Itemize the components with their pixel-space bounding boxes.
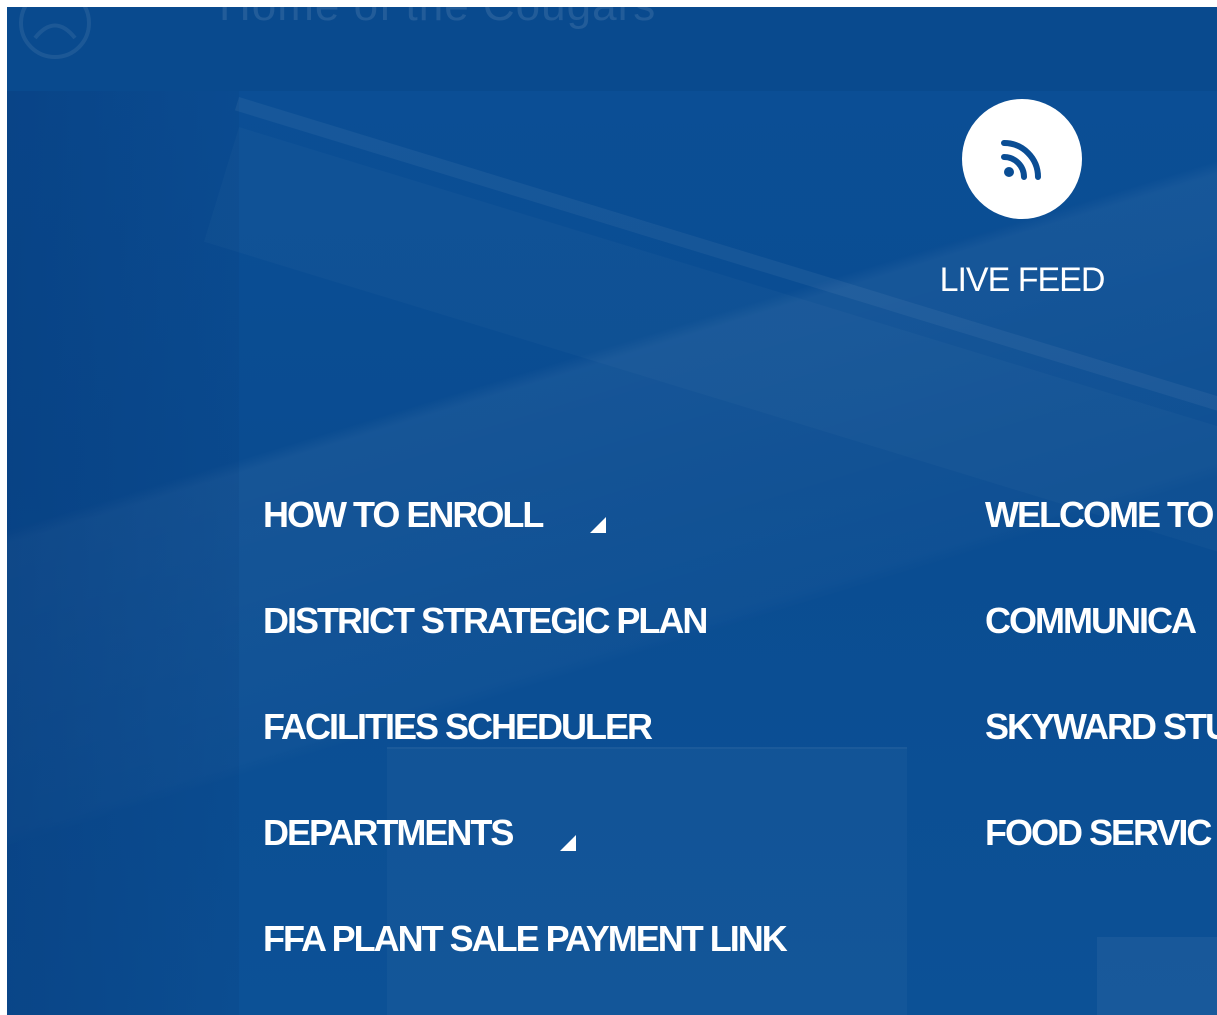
menu-item-label: SKYWARD STU (985, 706, 1217, 747)
menu-item-label: FFA PLANT SALE PAYMENT LINK (263, 918, 788, 959)
menu-item-label: FOOD SERVIC (985, 812, 1212, 853)
site-title-link[interactable]: Home of the Cougars (219, 7, 656, 31)
live-feed-button[interactable] (962, 99, 1082, 219)
background-building (387, 747, 907, 1015)
background-building (1097, 937, 1217, 1015)
menu-item-ffa-plant-sale-payment-link[interactable]: FFA PLANT SALE PAYMENT LINK (263, 918, 788, 959)
menu-item-skyward-student[interactable]: SKYWARD STU (985, 707, 1217, 747)
menu-item-how-to-enroll[interactable]: HOW TO ENROLL (263, 495, 606, 535)
page-hero: Home of the Cougars LIVE FEED HOW TO ENR… (7, 7, 1217, 1015)
submenu-caret-icon[interactable] (560, 835, 577, 851)
menu-item-food-services[interactable]: FOOD SERVIC (985, 812, 1212, 853)
menu-item-label: DISTRICT STRATEGIC PLAN (263, 600, 708, 641)
menu-item-facilities-scheduler[interactable]: FACILITIES SCHEDULER (263, 706, 653, 747)
menu-item-label: WELCOME TO (985, 494, 1214, 535)
live-feed-link[interactable]: LIVE FEED (927, 99, 1127, 309)
submenu-caret-icon[interactable] (589, 517, 606, 533)
menu-item-departments[interactable]: DEPARTMENTS (263, 812, 577, 853)
menu-item-communications[interactable]: COMMUNICA (985, 600, 1197, 641)
menu-item-label: HOW TO ENROLL (263, 494, 544, 535)
rss-icon (1001, 140, 1041, 180)
live-feed-label: LIVE FEED (939, 261, 1106, 299)
menu-item-label: DEPARTMENTS (263, 812, 514, 853)
menu-item-welcome[interactable]: WELCOME TO (985, 494, 1214, 535)
menu-item-label: FACILITIES SCHEDULER (263, 706, 653, 747)
cougar-crest-icon (19, 7, 91, 59)
menu-item-district-strategic-plan[interactable]: DISTRICT STRATEGIC PLAN (263, 600, 708, 641)
background-shade (7, 91, 239, 1015)
site-header: Home of the Cougars (7, 7, 1217, 91)
menu-item-label: COMMUNICA (985, 600, 1197, 641)
